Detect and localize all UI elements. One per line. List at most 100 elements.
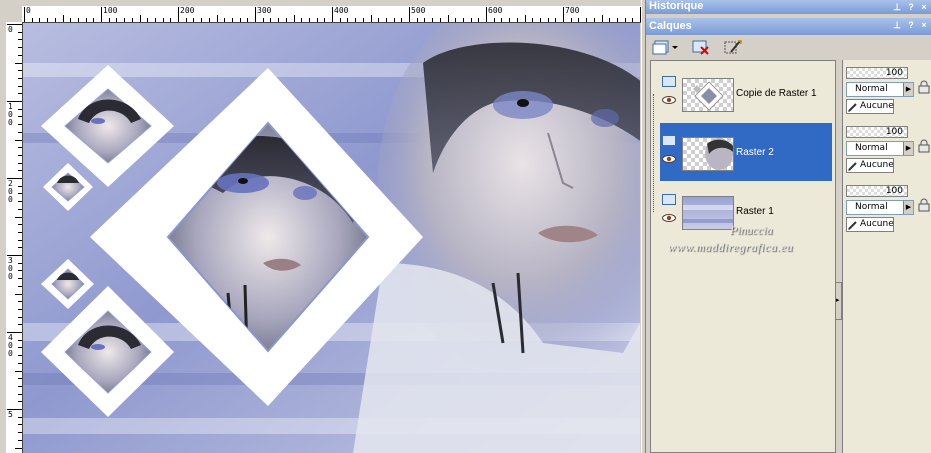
ruler-tick — [285, 18, 287, 22]
ruler-tick — [18, 224, 22, 226]
blend-mode-select[interactable]: Normal ▶ — [846, 82, 914, 97]
visibility-eye-icon[interactable] — [662, 214, 676, 222]
ruler-label: 3 0 0 — [8, 256, 13, 281]
blend-mode-select[interactable]: Normal ▶ — [846, 141, 914, 156]
raster-layer-icon — [662, 135, 676, 146]
blend-mode-value: Normal — [855, 84, 888, 94]
ruler-tick — [154, 18, 156, 22]
ruler-tick — [18, 401, 22, 403]
ruler-tick — [18, 54, 22, 56]
visibility-eye-icon[interactable] — [662, 96, 676, 104]
ruler-tick — [178, 7, 179, 22]
historique-title: Historique — [649, 0, 704, 12]
ruler-tick — [362, 18, 364, 22]
ruler-tick — [18, 339, 22, 341]
blend-mode-select[interactable]: Normal ▶ — [846, 200, 914, 215]
lock-icon[interactable] — [918, 139, 930, 153]
ruler-tick — [501, 18, 503, 22]
ruler-tick — [18, 247, 22, 249]
ruler-tick — [339, 18, 341, 22]
ruler-tick — [616, 18, 618, 22]
dropdown-arrow-icon[interactable]: ▶ — [903, 201, 913, 214]
close-icon[interactable]: × — [919, 2, 929, 12]
pin-icon[interactable]: ⊥ — [892, 20, 902, 30]
calques-title: Calques — [649, 20, 692, 32]
layer-props-raster-1: 100 Normal ▶ Aucune — [845, 184, 931, 242]
ruler-tick — [347, 18, 349, 22]
layer-properties-button[interactable] — [722, 37, 744, 57]
arrow-right-icon: ▸ — [836, 296, 840, 304]
layer-row-raster-2[interactable]: Raster 2 — [660, 123, 832, 181]
ruler-tick — [18, 316, 22, 318]
calques-title-bar[interactable]: Calques ⊥ ? × — [646, 18, 931, 35]
ruler-tick — [18, 201, 22, 203]
ruler-tick — [54, 18, 56, 22]
layer-thumbnail — [682, 78, 734, 112]
ruler-tick — [18, 131, 22, 133]
ruler-tick — [201, 18, 203, 22]
dropdown-arrow-icon[interactable]: ▶ — [903, 83, 913, 96]
opacity-slider[interactable]: 100 — [846, 185, 908, 197]
new-layer-button[interactable] — [650, 37, 680, 57]
ruler-tick — [15, 62, 22, 64]
pin-icon[interactable]: ⊥ — [892, 2, 902, 12]
mask-brush-icon — [848, 103, 857, 112]
ruler-tick — [18, 193, 22, 195]
ruler-label: 400 — [334, 6, 349, 15]
ruler-tick — [18, 378, 22, 380]
delete-layer-button[interactable] — [690, 37, 712, 57]
ruler-label: 600 — [488, 6, 503, 15]
ruler-tick — [385, 18, 387, 22]
ruler-tick — [170, 18, 172, 22]
visibility-eye-icon[interactable] — [662, 155, 676, 163]
blend-mode-value: Normal — [855, 143, 888, 153]
ruler-tick — [39, 18, 41, 22]
ruler-tick — [409, 7, 410, 22]
ruler-tick — [18, 385, 22, 387]
lock-icon[interactable] — [918, 80, 930, 94]
layer-props-raster-2: 100 Normal ▶ Aucune — [845, 125, 931, 183]
ruler-tick — [270, 18, 272, 22]
help-icon[interactable]: ? — [906, 2, 916, 12]
ruler-label: 200 — [180, 6, 195, 15]
close-icon[interactable]: × — [919, 20, 929, 30]
ruler-tick — [524, 15, 526, 22]
dropdown-arrow-icon[interactable]: ▶ — [903, 142, 913, 155]
ruler-tick — [18, 108, 22, 110]
ruler-tick — [18, 231, 22, 233]
image-canvas[interactable] — [23, 23, 640, 453]
layer-properties-icon — [724, 40, 742, 54]
ruler-tick — [18, 185, 22, 187]
panel-collapse-handle[interactable]: ▸ — [835, 282, 842, 320]
layer-name: Raster 1 — [736, 206, 774, 217]
ruler-tick — [516, 18, 518, 22]
ruler-tick — [18, 208, 22, 210]
help-icon[interactable]: ? — [906, 20, 916, 30]
ruler-tick — [593, 18, 595, 22]
ruler-tick — [18, 31, 22, 33]
ruler-corner — [6, 6, 23, 23]
opacity-slider[interactable]: 100 — [846, 67, 908, 79]
raster-layer-icon — [662, 76, 676, 87]
historique-title-bar[interactable]: Historique ⊥ ? × — [646, 0, 931, 14]
ruler-tick — [85, 18, 87, 22]
ruler-tick — [47, 18, 49, 22]
opacity-slider[interactable]: 100 — [846, 126, 908, 138]
ruler-tick — [424, 18, 426, 22]
ruler-label: 100 — [103, 6, 118, 15]
ruler-tick — [147, 18, 149, 22]
ruler-tick — [18, 124, 22, 126]
mask-value: Aucune — [860, 160, 894, 170]
ruler-tick — [18, 285, 22, 287]
layer-row-copie-de-raster-1[interactable]: Copie de Raster 1 — [660, 64, 832, 122]
ruler-tick — [18, 355, 22, 357]
lock-icon[interactable] — [918, 198, 930, 212]
ruler-tick — [18, 432, 22, 434]
ruler-tick — [18, 347, 22, 349]
ruler-tick — [18, 70, 22, 72]
ruler-tick — [18, 154, 22, 156]
ruler-tick — [624, 18, 626, 22]
ruler-tick — [15, 216, 22, 218]
ruler-tick — [31, 18, 33, 22]
ruler-tick — [124, 18, 126, 22]
